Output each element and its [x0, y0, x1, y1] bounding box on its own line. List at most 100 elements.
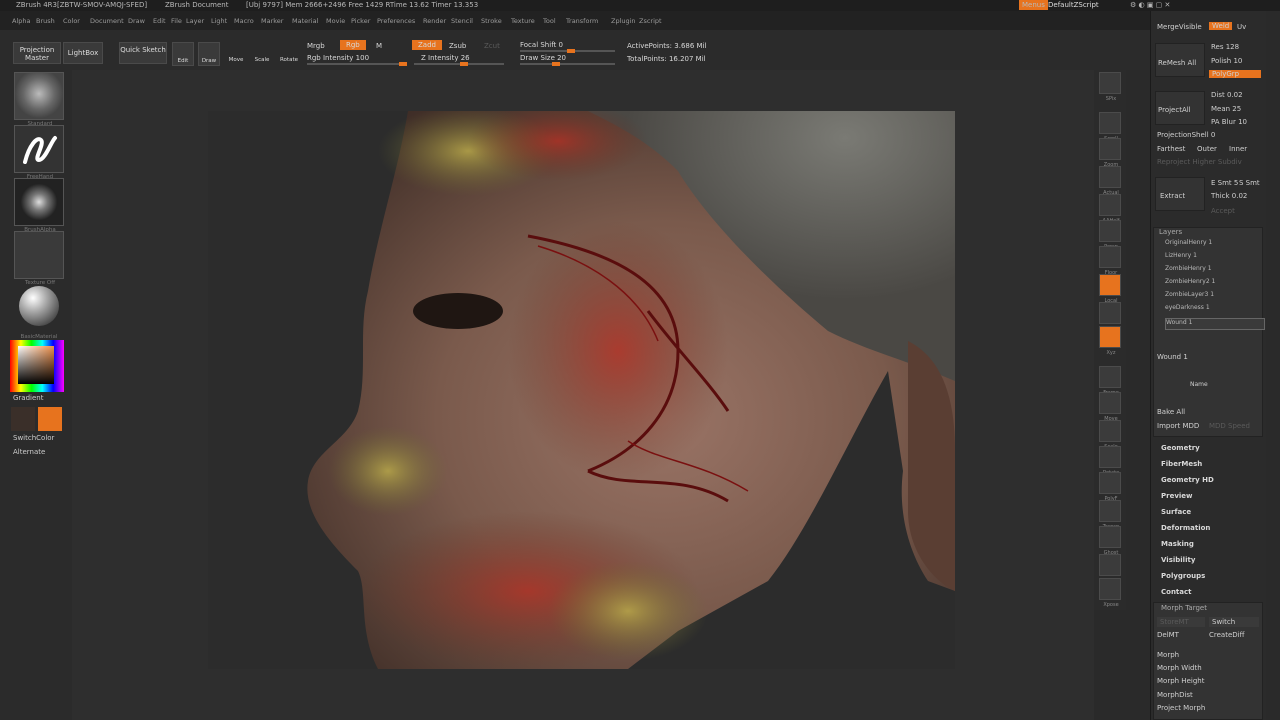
brush-standard-icon[interactable]: Standard: [14, 72, 64, 127]
mean-slider[interactable]: Mean 25: [1211, 105, 1241, 113]
layers-header[interactable]: Layers: [1159, 228, 1182, 236]
gradient-label[interactable]: Gradient: [13, 394, 43, 402]
rgb-intensity-slider[interactable]: Rgb Intensity 100: [307, 54, 369, 62]
menu-color[interactable]: Color: [63, 17, 80, 25]
mergevisible-button[interactable]: MergeVisible: [1157, 23, 1202, 31]
document-canvas[interactable]: [208, 111, 955, 669]
menu-edit[interactable]: Edit: [153, 17, 166, 25]
menu-layer[interactable]: Layer: [186, 17, 204, 25]
scroll-button[interactable]: Scroll: [1099, 112, 1121, 142]
menu-draw[interactable]: Draw: [128, 17, 145, 25]
reproject-button[interactable]: Reproject Higher Subdiv: [1157, 158, 1242, 166]
projection-master-button[interactable]: Projection Master: [13, 42, 61, 64]
transp-button[interactable]: Transp: [1099, 500, 1121, 530]
frame-button[interactable]: Frame: [1099, 366, 1121, 396]
menu-material[interactable]: Material: [292, 17, 318, 25]
morph-dist-slider[interactable]: MorphDist: [1157, 691, 1193, 699]
weld-toggle[interactable]: Weld: [1209, 22, 1233, 30]
layer-row-selected[interactable]: Wound 1: [1165, 318, 1265, 330]
menu-stroke[interactable]: Stroke: [481, 17, 502, 25]
thick-slider[interactable]: Thick 0.02: [1211, 192, 1247, 200]
contact-menu[interactable]: Contact: [1161, 588, 1192, 596]
menu-render[interactable]: Render: [423, 17, 446, 25]
z-intensity-slider[interactable]: Z Intensity 26: [421, 54, 470, 62]
polyf-button[interactable]: PolyF: [1099, 472, 1121, 502]
res-slider[interactable]: Res 128: [1211, 43, 1239, 51]
focal-shift-track[interactable]: [520, 49, 615, 53]
draw-size-track[interactable]: [520, 62, 615, 66]
inner-toggle[interactable]: Inner: [1229, 145, 1247, 153]
zcut-toggle[interactable]: Zcut: [484, 42, 500, 50]
draw-button[interactable]: Draw: [198, 42, 220, 66]
scale-button[interactable]: Scale: [252, 42, 272, 66]
import-mdd-button[interactable]: Import MDD: [1157, 422, 1199, 430]
z-intensity-track[interactable]: [414, 62, 504, 66]
rotate-button[interactable]: Rotate: [1099, 446, 1121, 476]
floor-button[interactable]: Floor: [1099, 246, 1121, 276]
move-button[interactable]: Move: [1099, 392, 1121, 422]
masking-menu[interactable]: Masking: [1161, 540, 1194, 548]
visibility-menu[interactable]: Visibility: [1161, 556, 1195, 564]
layer-name-button[interactable]: Name: [1190, 381, 1208, 388]
extract-button[interactable]: Extract: [1155, 177, 1205, 211]
rotate-button[interactable]: Rotate: [278, 42, 300, 66]
m-toggle[interactable]: M: [376, 42, 382, 50]
menu-transform[interactable]: Transform: [566, 17, 598, 25]
uv-toggle[interactable]: Uv: [1237, 23, 1246, 31]
zoom-button[interactable]: Zoom: [1099, 138, 1121, 168]
aahalf-button[interactable]: AAHalf: [1099, 194, 1121, 224]
lightbox-button[interactable]: LightBox: [63, 42, 103, 64]
primary-color-swatch[interactable]: [38, 407, 62, 431]
projection-shell-slider[interactable]: ProjectionShell 0: [1157, 131, 1215, 139]
scale-button[interactable]: Scale: [1099, 420, 1121, 450]
menu-alpha[interactable]: Alpha: [12, 17, 30, 25]
e-smt-slider[interactable]: E Smt 5: [1211, 179, 1238, 187]
menu-movie[interactable]: Movie: [326, 17, 345, 25]
s-smt-slider[interactable]: S Smt: [1239, 179, 1260, 187]
menu-brush[interactable]: Brush: [36, 17, 55, 25]
ghost-button[interactable]: Ghost: [1099, 526, 1121, 556]
stroke-freehand-icon[interactable]: FreeHand: [14, 125, 64, 180]
geometry-menu[interactable]: Geometry: [1161, 444, 1200, 452]
pa-blur-slider[interactable]: PA Blur 10: [1211, 118, 1247, 126]
layer-row[interactable]: LizHenry 1: [1165, 252, 1265, 264]
secondary-color-swatch[interactable]: [11, 407, 35, 431]
morph-target-header[interactable]: Morph Target: [1161, 604, 1207, 612]
morph-slider[interactable]: Morph: [1157, 651, 1179, 659]
move-button[interactable]: Move: [226, 42, 246, 66]
storemt-button[interactable]: StoreMT: [1157, 617, 1205, 627]
accept-button[interactable]: Accept: [1211, 207, 1235, 215]
material-sphere-icon[interactable]: BasicMaterial: [14, 284, 64, 340]
polygroups-menu[interactable]: Polygroups: [1161, 572, 1205, 580]
menu-document[interactable]: Document: [90, 17, 124, 25]
menu-tool[interactable]: Tool: [543, 17, 556, 25]
deformation-menu[interactable]: Deformation: [1161, 524, 1210, 532]
window-controls-icon[interactable]: ⚙ ◐ ▣ ▢ ✕: [1130, 1, 1170, 9]
default-zscript[interactable]: DefaultZScript: [1048, 1, 1099, 9]
menu-marker[interactable]: Marker: [261, 17, 283, 25]
menu-file[interactable]: File: [171, 17, 182, 25]
geometry-hd-menu[interactable]: Geometry HD: [1161, 476, 1214, 484]
surface-menu[interactable]: Surface: [1161, 508, 1191, 516]
polygrp-toggle[interactable]: PolyGrp: [1209, 70, 1261, 78]
layer-row[interactable]: ZombieHenry 1: [1165, 265, 1265, 277]
projectall-button[interactable]: ProjectAll: [1155, 91, 1205, 125]
color-picker[interactable]: [10, 340, 64, 392]
actual-button[interactable]: Actual: [1099, 166, 1121, 196]
texture-off-icon[interactable]: Texture Off: [14, 231, 64, 286]
lsym-button[interactable]: L.Sym: [1099, 302, 1121, 332]
xyz-button[interactable]: Xyz: [1099, 326, 1121, 356]
menus-toggle[interactable]: Menus: [1019, 0, 1048, 10]
rgb-toggle[interactable]: Rgb: [340, 40, 366, 50]
menu-zscript[interactable]: Zscript: [639, 17, 662, 25]
switchcolor-button[interactable]: SwitchColor: [13, 434, 54, 442]
fibermesh-menu[interactable]: FiberMesh: [1161, 460, 1202, 468]
zsub-toggle[interactable]: Zsub: [449, 42, 466, 50]
edit-button[interactable]: Edit: [172, 42, 194, 66]
xpose-button[interactable]: Xpose: [1099, 578, 1121, 608]
spix-button[interactable]: SPix: [1099, 72, 1121, 102]
creatediff-button[interactable]: CreateDiff: [1209, 631, 1244, 639]
mrgb-toggle[interactable]: Mrgb: [307, 42, 325, 50]
persp-button[interactable]: Persp: [1099, 220, 1121, 250]
preview-menu[interactable]: Preview: [1161, 492, 1193, 500]
